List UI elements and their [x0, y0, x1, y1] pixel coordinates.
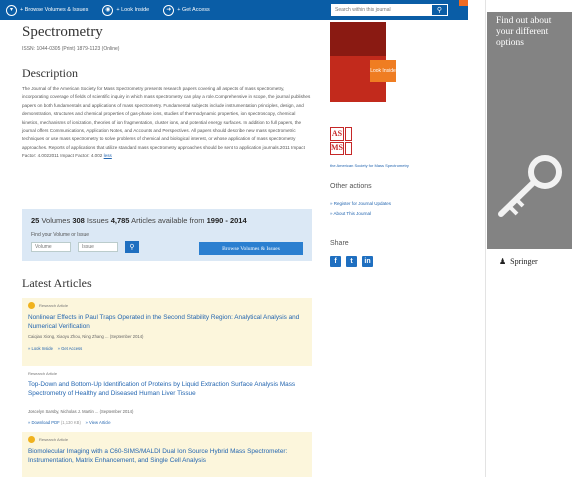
logo-letters-bottom-pad	[345, 141, 352, 155]
asms-logo[interactable]: AS MS	[330, 127, 352, 155]
article-links: » Look Inside » Get Access	[28, 346, 82, 351]
issues-label: Issues	[86, 216, 109, 225]
article-item: Research Article Nonlinear Effects in Pa…	[22, 298, 312, 366]
article-item: Research Article Biomolecular Imaging wi…	[22, 432, 312, 477]
journal-title: Spectrometry	[22, 24, 103, 40]
look-inside-label: + Look Inside	[116, 7, 150, 13]
look-inside-article-link[interactable]: » Look Inside	[28, 346, 53, 351]
article-authors: Caiqiao Xiong, Xiaoyu Zhou, Ning Zhang .…	[28, 334, 144, 339]
browse-volumes-label: + Browse Volumes & Issues	[20, 7, 89, 13]
volume-search-button[interactable]: ⚲	[125, 241, 139, 253]
springer-horse-icon: ♟	[499, 257, 507, 266]
search-icon: ⚲	[436, 7, 443, 14]
volumes-summary: 25 Volumes 308 Issues 4,785 Articles ava…	[31, 216, 247, 225]
springer-logo: ♟ Springer	[499, 257, 538, 266]
article-item: Research Article Top-Down and Bottom-Up …	[22, 368, 312, 432]
ad-brand-name: Springer	[510, 257, 538, 266]
description-toggle-link[interactable]: less	[104, 153, 112, 158]
article-authors: Joscelyn Sarsby, Nicholas J. Martin ... …	[28, 409, 134, 414]
logo-letters-top: AS	[330, 127, 344, 141]
article-type: Research Article	[39, 437, 69, 442]
get-access-article-link[interactable]: » Get Access	[58, 346, 83, 351]
ad-text: Find out about your different options	[496, 16, 552, 48]
register-updates-link[interactable]: » Register for Journal Updates	[330, 201, 391, 206]
chevron-down-icon: ▾	[6, 4, 17, 16]
latest-articles-heading: Latest Articles	[22, 276, 92, 290]
article-type: Research Article	[28, 371, 58, 376]
issues-count: 308	[72, 216, 85, 225]
advertisement[interactable]: Find out about your different options ♟ …	[487, 12, 572, 277]
divider	[485, 0, 486, 477]
look-inside-link[interactable]: ◉ + Look Inside	[102, 4, 150, 16]
article-title-link[interactable]: Biomolecular Imaging with a C60-SIMS/MAL…	[28, 447, 308, 465]
description-heading: Description	[22, 66, 78, 80]
cover-band	[330, 22, 386, 56]
society-link[interactable]: the American Society for Mass Spectromet…	[330, 163, 409, 168]
other-actions-heading: Other actions	[330, 183, 372, 190]
volumes-panel: 25 Volumes 308 Issues 4,785 Articles ava…	[22, 209, 312, 261]
article-type-badge: Research Article	[28, 436, 68, 443]
journal-search-input[interactable]	[331, 4, 431, 16]
logo-letters-bottom: MS	[330, 141, 344, 155]
issn-text: ISSN: 1044-0305 (Print) 1879-1123 (Onlin…	[22, 46, 120, 52]
access-dot-icon	[28, 436, 35, 443]
volume-input[interactable]	[31, 242, 71, 252]
description-body: The Journal of the American Society for …	[22, 86, 311, 159]
facebook-icon[interactable]: f	[330, 256, 341, 267]
pdf-size: (1,130 KB)	[60, 420, 81, 425]
key-icon	[498, 155, 562, 217]
article-type-badge: Research Article	[28, 302, 68, 309]
linkedin-icon[interactable]: in	[362, 256, 373, 267]
download-pdf-link[interactable]: » Download PDF	[28, 420, 60, 425]
description-text: The Journal of the American Society for …	[22, 85, 312, 161]
view-article-link[interactable]: » View Article	[86, 420, 111, 425]
article-title-link[interactable]: Nonlinear Effects in Paul Traps Operated…	[28, 313, 308, 331]
page: ▾ + Browse Volumes & Issues ◉ + Look Ins…	[0, 0, 572, 477]
get-access-link[interactable]: ➜ + Get Access	[163, 4, 210, 16]
articles-label: Articles available from	[131, 216, 205, 225]
article-type: Research Article	[39, 303, 69, 308]
years-range: 1990 - 2014	[206, 216, 247, 225]
search-icon: ⚲	[129, 244, 135, 251]
arrow-right-icon: ➜	[163, 4, 175, 16]
article-type-badge: Research Article	[28, 371, 57, 376]
access-dot-icon	[28, 302, 35, 309]
twitter-icon[interactable]: t	[346, 256, 357, 267]
browse-volumes-link[interactable]: ▾ + Browse Volumes & Issues	[6, 4, 89, 16]
volume-hint: Find your Volume or Issue	[31, 232, 90, 238]
volumes-label: Volumes	[41, 216, 71, 225]
browse-volumes-button[interactable]: Browse Volumes & Issues	[199, 242, 303, 255]
issue-input[interactable]	[78, 242, 118, 252]
search-button[interactable]: ⚲	[431, 4, 448, 16]
header-accent	[459, 0, 468, 6]
article-title-link[interactable]: Top-Down and Bottom-Up Identification of…	[28, 380, 308, 398]
about-journal-link[interactable]: » About This Journal	[330, 211, 371, 216]
article-links: » Download PDF (1,130 KB) » View Article	[28, 420, 111, 425]
logo-letters-top-pad	[345, 127, 352, 141]
look-inside-badge[interactable]: Look Inside	[370, 60, 396, 82]
volumes-count: 25	[31, 216, 40, 225]
share-heading: Share	[330, 240, 349, 247]
ad-footer: ♟ Springer	[487, 249, 572, 277]
eye-icon: ◉	[102, 4, 114, 16]
get-access-label: + Get Access	[177, 7, 210, 13]
articles-count: 4,785	[110, 216, 130, 225]
